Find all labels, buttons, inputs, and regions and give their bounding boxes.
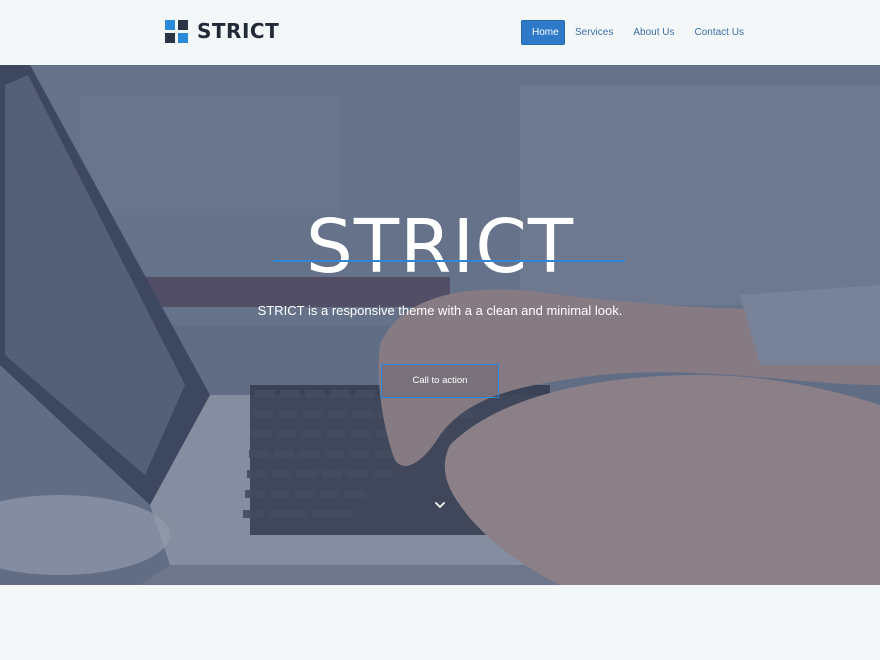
hero-divider (273, 260, 625, 262)
nav-home[interactable]: Home (521, 20, 565, 45)
logo-text: STRICT (197, 19, 280, 43)
call-to-action-button[interactable]: Call to action (381, 364, 499, 398)
nav-services[interactable]: Services (565, 20, 623, 45)
chevron-down-icon[interactable] (434, 500, 446, 510)
nav-about-us[interactable]: About Us (623, 20, 684, 45)
hero-subtitle: STRICT is a responsive theme with a a cl… (257, 303, 623, 318)
site-header: STRICT Home Services About Us Contact Us (0, 0, 880, 65)
content-area (0, 585, 880, 660)
nav-contact-us[interactable]: Contact Us (685, 20, 754, 45)
hero-section: STRICT STRICT is a responsive theme with… (0, 65, 880, 585)
main-nav: Home Services About Us Contact Us (521, 20, 754, 45)
site-logo[interactable]: STRICT (165, 19, 279, 44)
hero-title: STRICT (305, 203, 575, 290)
logo-mark-icon (165, 20, 188, 43)
